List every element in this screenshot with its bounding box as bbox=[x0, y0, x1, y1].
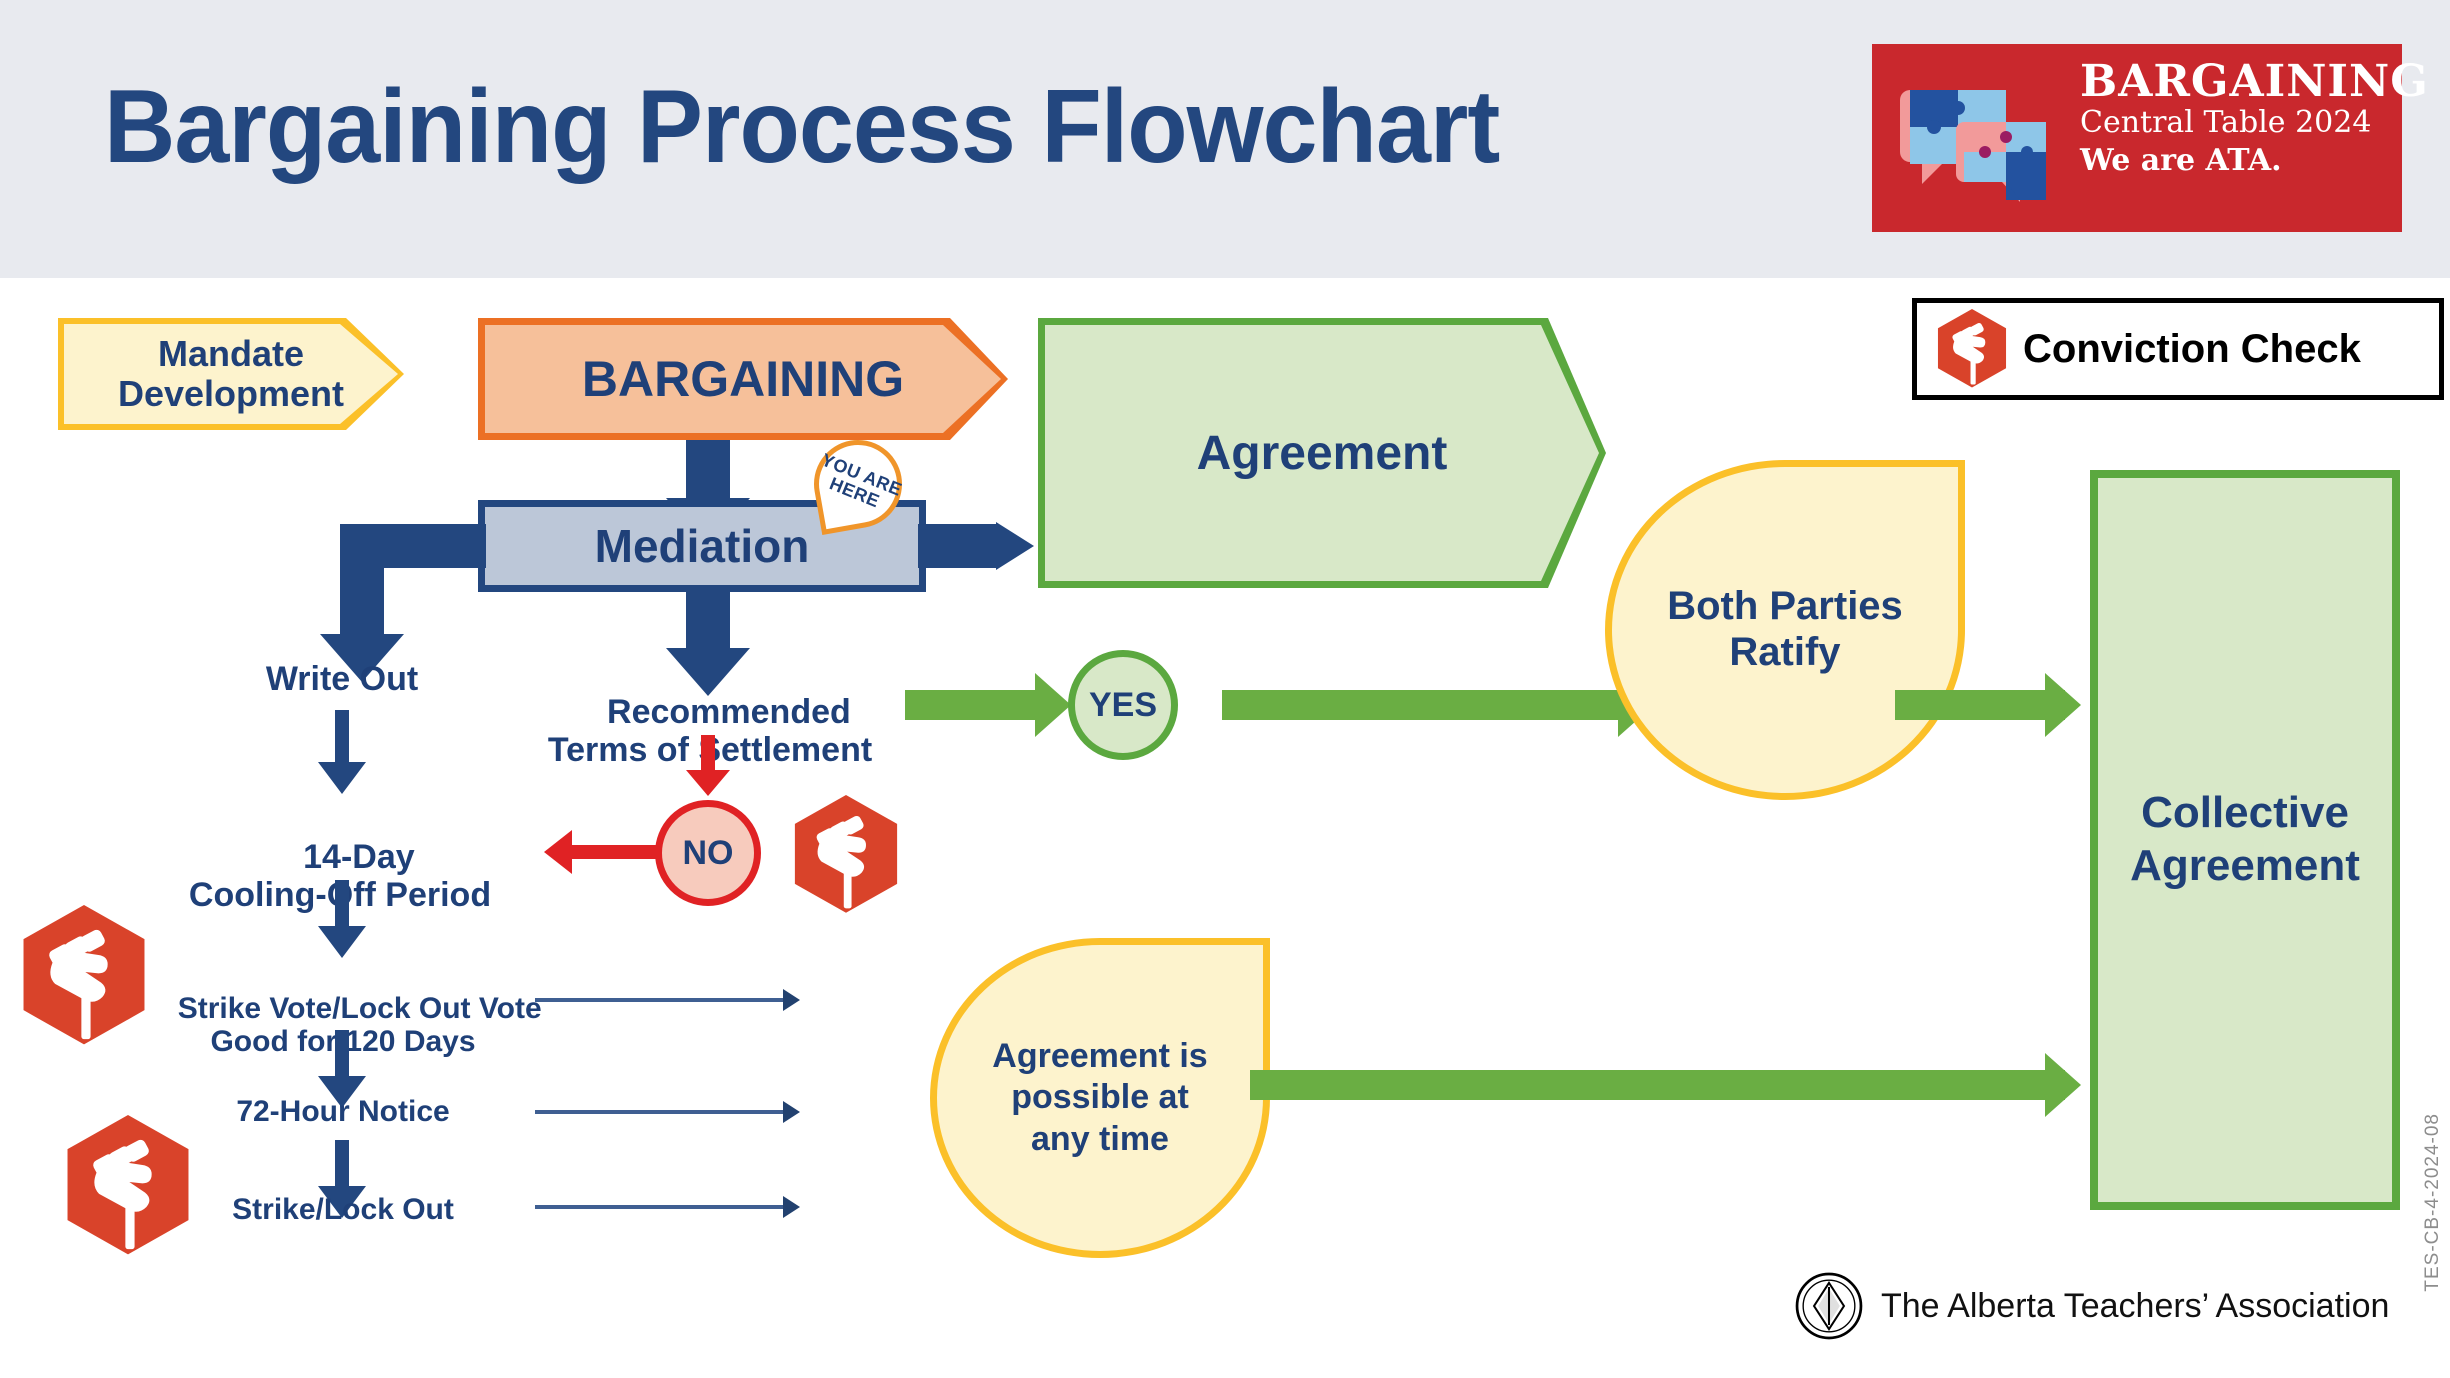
ata-crest-icon bbox=[1795, 1272, 1863, 1340]
connector-writeout-to-cooling bbox=[335, 710, 349, 768]
conviction-check-legend: Conviction Check bbox=[1912, 298, 2444, 400]
connector-ratify-to-collective bbox=[1895, 690, 2065, 720]
node-write-out-label: Write Out bbox=[265, 660, 419, 698]
connector-no-to-cooling bbox=[570, 845, 656, 859]
logo-line-1: BARGAINING bbox=[2080, 56, 2429, 107]
connector-yes-to-ratify bbox=[1222, 690, 1618, 720]
node-72-hour-notice: 72-Hour Notice bbox=[148, 1095, 538, 1129]
document-code: TES-CB-4-2024-08 bbox=[2422, 1113, 2443, 1292]
node-strike-lockout-label: Strike/Lock Out bbox=[232, 1193, 454, 1226]
page-header: Bargaining Process Flowchart BARGAINING … bbox=[0, 0, 2450, 278]
node-no: NO bbox=[655, 800, 761, 906]
connector-cooling-to-strikevote bbox=[335, 880, 349, 932]
page-title: Bargaining Process Flowchart bbox=[104, 69, 1500, 185]
arrowhead-thin-2 bbox=[783, 1101, 800, 1123]
node-yes: YES bbox=[1068, 650, 1178, 760]
footer-organization: The Alberta Teachers’ Association bbox=[1881, 1286, 2390, 1325]
connector-strikevote-to-notice bbox=[335, 1030, 349, 1082]
node-write-out: Write Out bbox=[202, 660, 482, 698]
arrowhead-terms-to-no bbox=[686, 770, 730, 796]
node-both-parties-ratify-label: Both Parties Ratify bbox=[1667, 584, 1903, 674]
conviction-check-label: Conviction Check bbox=[2023, 326, 2361, 371]
arrowhead-mediation-to-agreement bbox=[996, 522, 1034, 570]
node-agreement-any-time: Agreement is possible at any time bbox=[930, 938, 1270, 1258]
arrowhead-anytime-to-collective bbox=[2045, 1053, 2081, 1117]
node-collective-agreement: Collective Agreement bbox=[2090, 470, 2400, 1210]
node-72-hour-notice-label: 72-Hour Notice bbox=[236, 1095, 450, 1128]
node-agreement-label: Agreement bbox=[1196, 426, 1448, 480]
connector-mediation-to-terms bbox=[686, 592, 730, 648]
logo-line-2: Central Table 2024 bbox=[2080, 105, 2372, 140]
puzzle-speech-bubble-icon bbox=[1900, 90, 2046, 202]
logo-line-3: We are ATA. bbox=[2080, 142, 2282, 178]
connector-anytime-to-collective bbox=[1250, 1070, 2065, 1100]
connector-mediation-left-down bbox=[340, 524, 384, 634]
node-mandate-development: Mandate Development bbox=[58, 318, 404, 430]
connector-thin-2 bbox=[535, 1110, 785, 1114]
raised-fist-icon-no bbox=[794, 795, 898, 913]
connector-notice-to-strike bbox=[335, 1140, 349, 1192]
arrowhead-no-to-cooling bbox=[544, 830, 572, 874]
node-collective-agreement-label: Collective Agreement bbox=[2130, 788, 2360, 890]
node-no-label: NO bbox=[682, 833, 734, 872]
arrowhead-cooling-to-strikevote bbox=[318, 926, 366, 958]
arrowhead-thin-3 bbox=[783, 1196, 800, 1218]
connector-thin-3 bbox=[535, 1205, 785, 1209]
campaign-logo: BARGAINING Central Table 2024 We are ATA… bbox=[1872, 44, 2429, 232]
connector-terms-to-yes bbox=[905, 690, 1035, 720]
raised-fist-icon bbox=[1937, 309, 2007, 388]
node-both-parties-ratify: Both Parties Ratify bbox=[1605, 460, 1965, 800]
node-agreement-any-time-label: Agreement is possible at any time bbox=[992, 1036, 1208, 1158]
raised-fist-icon-strike-lockout bbox=[67, 1115, 189, 1255]
connector-mediation-right-stem bbox=[918, 524, 996, 568]
node-yes-label: YES bbox=[1088, 685, 1158, 724]
node-mandate-development-label: Mandate Development bbox=[117, 332, 345, 414]
logo-text-block: BARGAINING Central Table 2024 We are ATA… bbox=[2080, 56, 2429, 179]
connector-thin-1 bbox=[535, 998, 785, 1002]
node-strike-vote-label: Strike Vote/Lock Out Vote Good for 120 D… bbox=[177, 991, 542, 1059]
flowchart-canvas: Bargaining Process Flowchart BARGAINING … bbox=[0, 0, 2450, 1378]
arrowhead-ratify-to-collective bbox=[2045, 673, 2081, 737]
footer: The Alberta Teachers’ Association bbox=[1795, 1272, 2389, 1340]
node-mediation-label: Mediation bbox=[594, 520, 810, 572]
node-agreement: Agreement bbox=[1038, 318, 1606, 588]
node-bargaining-label: BARGAINING bbox=[581, 351, 905, 407]
node-strike-lockout: Strike/Lock Out bbox=[148, 1193, 538, 1227]
node-bargaining: BARGAINING bbox=[478, 318, 1008, 440]
connector-bargaining-to-mediation bbox=[686, 440, 730, 498]
arrowhead-thin-1 bbox=[783, 989, 800, 1011]
arrowhead-writeout-to-cooling bbox=[318, 762, 366, 794]
arrowhead-terms-to-yes bbox=[1035, 673, 1071, 737]
